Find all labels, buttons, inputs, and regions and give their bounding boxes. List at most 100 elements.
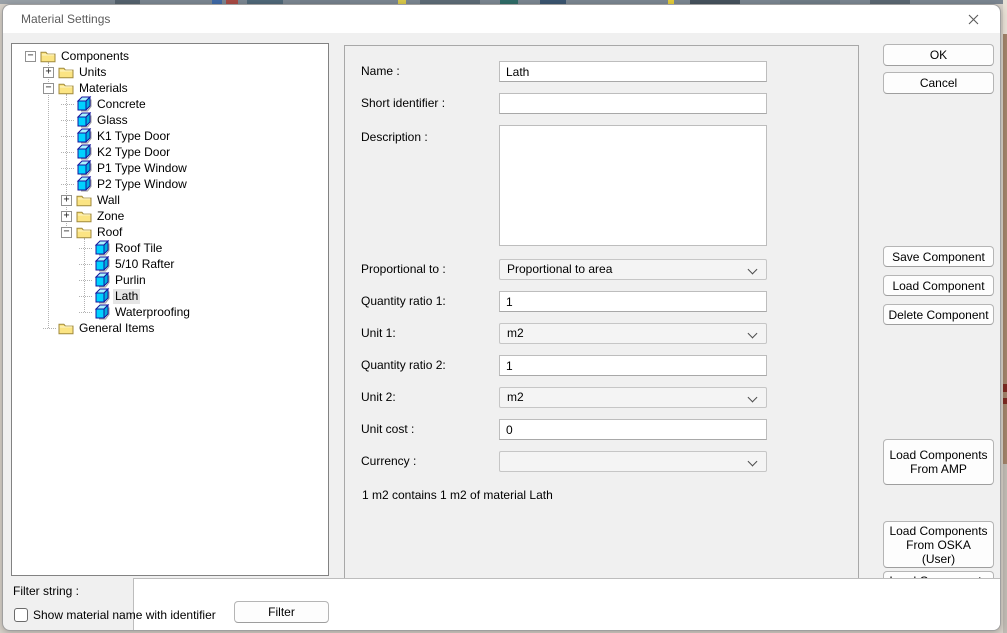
tree-item-label: 5/10 Rafter — [113, 257, 176, 272]
tree-item[interactable]: Glass — [12, 112, 328, 128]
tree-stub — [79, 296, 92, 297]
tree-item-label: Waterproofing — [113, 305, 192, 320]
tree-stub — [61, 104, 74, 105]
chevron-down-icon — [748, 457, 758, 467]
titlebar: Material Settings — [3, 5, 1000, 33]
chevron-down-icon — [748, 265, 758, 275]
tree-item[interactable]: + Wall — [12, 192, 328, 208]
cube-icon — [76, 128, 92, 144]
tree-item-label: Zone — [95, 209, 126, 224]
tree-expander[interactable]: − — [61, 227, 72, 238]
tree-stub — [79, 312, 92, 313]
tree-item-label: Roof — [95, 225, 124, 240]
tree-item-label: Components — [59, 49, 131, 64]
description-input[interactable] — [499, 125, 767, 246]
folder-icon — [40, 50, 56, 63]
tree-item[interactable]: Lath — [12, 288, 328, 304]
tree-expander[interactable]: + — [61, 211, 72, 222]
component-tree: − Components + Units − — [11, 43, 329, 576]
tree-expander[interactable]: + — [43, 67, 54, 78]
tree-item-label: P1 Type Window — [95, 161, 189, 176]
show-identifier-checkbox[interactable] — [14, 608, 28, 622]
proportional-to-value: Proportional to area — [507, 262, 612, 276]
tree-item[interactable]: + Zone — [12, 208, 328, 224]
filter-string-label: Filter string : — [13, 581, 79, 601]
unit-cost-input[interactable] — [499, 419, 767, 440]
unit-1-select[interactable]: m2 — [499, 323, 767, 344]
tree-stub — [61, 136, 74, 137]
tree-item[interactable]: K1 Type Door — [12, 128, 328, 144]
short-identifier-input[interactable] — [499, 93, 767, 114]
proportional-to-label: Proportional to : — [361, 259, 446, 280]
folder-icon — [58, 322, 74, 335]
close-icon — [968, 14, 979, 25]
tree-item-label: Wall — [95, 193, 122, 208]
load-components-from-amp-button[interactable]: Load Components From AMP — [883, 439, 994, 485]
tree-item[interactable]: Purlin — [12, 272, 328, 288]
tree-expander[interactable]: − — [43, 83, 54, 94]
tree-item[interactable]: − Materials — [12, 80, 328, 96]
filter-button[interactable]: Filter — [234, 601, 329, 623]
folder-icon — [58, 66, 74, 79]
cube-icon — [94, 256, 110, 272]
cube-icon — [76, 96, 92, 112]
cancel-button[interactable]: Cancel — [883, 72, 994, 94]
tree-item[interactable]: + Units — [12, 64, 328, 80]
tree-item[interactable]: − Roof — [12, 224, 328, 240]
save-component-button[interactable]: Save Component — [883, 246, 994, 267]
close-button[interactable] — [956, 5, 990, 33]
tree-item[interactable]: P2 Type Window — [12, 176, 328, 192]
tree-item[interactable]: General Items — [12, 320, 328, 336]
cube-icon — [76, 144, 92, 160]
tree-expander[interactable]: − — [25, 51, 36, 62]
tree-stub — [79, 280, 92, 281]
tree-item-label: Concrete — [95, 97, 148, 112]
name-input[interactable] — [499, 61, 767, 82]
name-label: Name : — [361, 61, 400, 82]
cube-icon — [94, 288, 110, 304]
tree-item-label: Glass — [95, 113, 130, 128]
tree-item[interactable]: Concrete — [12, 96, 328, 112]
tree-stub — [61, 168, 74, 169]
tree-item[interactable]: P1 Type Window — [12, 160, 328, 176]
tree-item-label: Materials — [77, 81, 130, 96]
tree-item-label: Roof Tile — [113, 241, 164, 256]
load-components-from-oska-user-button[interactable]: Load Components From OSKA (User) — [883, 521, 994, 568]
cube-icon — [94, 304, 110, 320]
dialog-title: Material Settings — [21, 5, 110, 33]
background-window-edge — [1003, 0, 1007, 633]
unit-2-select[interactable]: m2 — [499, 387, 767, 408]
proportional-to-select[interactable]: Proportional to area — [499, 259, 767, 280]
tree-item-label: K1 Type Door — [95, 129, 172, 144]
chevron-down-icon — [748, 393, 758, 403]
description-label: Description : — [361, 127, 428, 148]
tree-item[interactable]: Roof Tile — [12, 240, 328, 256]
tree-item-label: Units — [77, 65, 108, 80]
tree-item-label: K2 Type Door — [95, 145, 172, 160]
chevron-down-icon — [748, 329, 758, 339]
folder-icon — [76, 226, 92, 239]
ratio-summary-text: 1 m2 contains 1 m2 of material Lath — [362, 488, 553, 502]
tree-item[interactable]: − Components — [12, 48, 328, 64]
tree-item[interactable]: Waterproofing — [12, 304, 328, 320]
tree-expander[interactable]: + — [61, 195, 72, 206]
delete-component-button[interactable]: Delete Component — [883, 304, 994, 325]
folder-icon — [76, 210, 92, 223]
currency-select[interactable] — [499, 451, 767, 472]
folder-icon — [58, 82, 74, 95]
tree-stub — [79, 248, 92, 249]
currency-label: Currency : — [361, 451, 416, 472]
unit-cost-label: Unit cost : — [361, 419, 414, 440]
quantity-ratio-1-input[interactable] — [499, 291, 767, 312]
tree-item-label: P2 Type Window — [95, 177, 189, 192]
ok-button[interactable]: OK — [883, 44, 994, 66]
tree-item-label: General Items — [77, 321, 156, 336]
quantity-ratio-1-label: Quantity ratio 1: — [361, 291, 446, 312]
unit-2-label: Unit 2: — [361, 387, 396, 408]
tree-stub — [43, 328, 56, 329]
load-component-button[interactable]: Load Component — [883, 275, 994, 296]
cube-icon — [94, 240, 110, 256]
tree-item[interactable]: K2 Type Door — [12, 144, 328, 160]
quantity-ratio-2-input[interactable] — [499, 355, 767, 376]
tree-item[interactable]: 5/10 Rafter — [12, 256, 328, 272]
